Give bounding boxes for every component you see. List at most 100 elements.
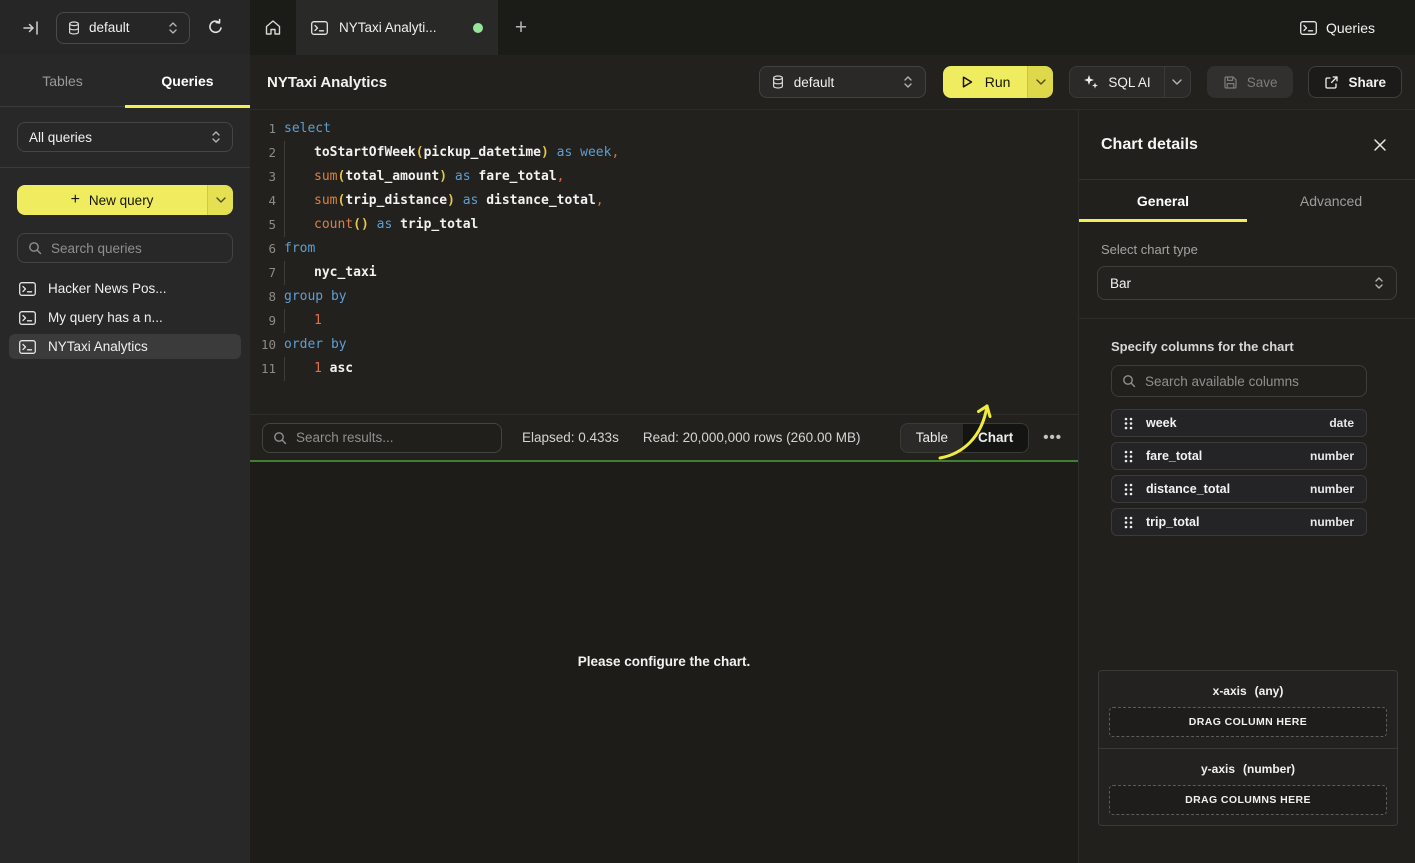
code-token (455, 193, 463, 208)
chevron-updown-icon (1374, 276, 1384, 290)
terminal-icon (19, 340, 36, 354)
database-icon (68, 21, 80, 35)
query-item-label: NYTaxi Analytics (48, 339, 148, 354)
code-token: nyc_taxi (314, 265, 377, 280)
new-query-label: New query (89, 193, 154, 208)
chart-type-select[interactable]: Bar (1097, 266, 1397, 300)
column-item[interactable]: trip_totalnumber (1111, 508, 1367, 536)
drag-handle-icon[interactable] (1124, 516, 1133, 529)
sidebar-tab-tables[interactable]: Tables (0, 55, 125, 106)
code-line: 4sum(trip_distance) as distance_total, (250, 189, 1078, 213)
queries-button[interactable]: Queries (1286, 0, 1389, 55)
sql-ai-button[interactable]: SQL AI (1069, 66, 1190, 98)
column-item[interactable]: fare_totalnumber (1111, 442, 1367, 470)
code-token: distance_total (486, 193, 596, 208)
chart-view: Please configure the chart. (250, 462, 1078, 863)
sql-editor[interactable]: 1select2toStartOfWeek(pickup_datetime) a… (250, 110, 1078, 414)
code-token: ) (439, 169, 447, 184)
run-button[interactable]: Run (943, 66, 1054, 98)
topbar-database-selector[interactable]: default (56, 12, 190, 44)
save-icon (1223, 75, 1238, 90)
indent-guide (284, 165, 314, 189)
new-tab-icon[interactable]: + (498, 0, 544, 55)
run-label: Run (985, 74, 1011, 90)
unsaved-status-dot (473, 23, 483, 33)
chart-details-panel: Chart details General Advanced Select ch… (1078, 110, 1415, 863)
code-token: select (284, 121, 331, 136)
new-query-dropdown[interactable] (207, 185, 233, 215)
query-item-label: Hacker News Pos... (48, 281, 167, 296)
x-axis-title: x-axis(any) (1109, 684, 1387, 698)
line-number: 8 (250, 285, 276, 309)
column-type: date (1329, 416, 1354, 430)
code-token: week (580, 145, 611, 160)
code-token: pickup_datetime (424, 145, 541, 160)
tab-nytaxi-analytics[interactable]: NYTaxi Analyti... (296, 0, 498, 55)
code-token: ) (541, 145, 549, 160)
sidebar-search-input[interactable] (51, 241, 222, 256)
code-text: 1 (276, 309, 322, 333)
query-list-item[interactable]: Hacker News Pos... (9, 276, 241, 301)
y-axis-drop-zone[interactable]: DRAG COLUMNS HERE (1109, 785, 1387, 815)
code-text: nyc_taxi (276, 261, 377, 285)
sidebar-tab-queries[interactable]: Queries (125, 55, 250, 106)
code-text: toStartOfWeek(pickup_datetime) as week, (276, 141, 619, 165)
save-button[interactable]: Save (1207, 66, 1294, 98)
home-icon[interactable] (250, 0, 296, 55)
share-button[interactable]: Share (1308, 66, 1402, 98)
query-list-item[interactable]: NYTaxi Analytics (9, 334, 241, 359)
code-line: 111 asc (250, 357, 1078, 381)
terminal-icon (19, 282, 36, 296)
query-list-item[interactable]: My query has a n... (9, 305, 241, 330)
column-type: number (1310, 515, 1354, 529)
columns-search-input[interactable] (1145, 374, 1356, 389)
columns-search[interactable] (1111, 365, 1367, 397)
share-icon (1324, 75, 1339, 90)
collapse-sidebar-icon[interactable] (22, 20, 40, 36)
drag-handle-icon[interactable] (1124, 483, 1133, 496)
header-database-value: default (794, 75, 835, 90)
close-icon[interactable] (1373, 138, 1387, 152)
tab-advanced[interactable]: Advanced (1247, 180, 1415, 222)
sql-ai-dropdown[interactable] (1164, 67, 1190, 97)
chart-panel-header: Chart details (1079, 110, 1415, 180)
code-line: 1select (250, 117, 1078, 141)
code-line: 10order by (250, 333, 1078, 357)
code-token: sum (314, 193, 337, 208)
sidebar-divider (0, 167, 250, 168)
column-item[interactable]: week date (1111, 409, 1367, 437)
x-axis-label: x-axis (1213, 684, 1247, 698)
query-filter-select[interactable]: All queries (17, 122, 233, 152)
code-token (369, 217, 377, 232)
drag-handle-icon[interactable] (1124, 450, 1133, 463)
run-button-main[interactable]: Run (943, 66, 1028, 98)
code-token: group by (284, 289, 347, 304)
code-token (392, 217, 400, 232)
results-search-input[interactable] (296, 430, 491, 445)
line-number: 6 (250, 237, 276, 261)
new-query-button[interactable]: + New query (17, 185, 233, 215)
sidebar-search[interactable] (17, 233, 233, 263)
save-label: Save (1247, 75, 1278, 90)
column-item[interactable]: distance_totalnumber (1111, 475, 1367, 503)
code-token: fare_total (478, 169, 556, 184)
code-token: as (377, 217, 393, 232)
new-query-main[interactable]: + New query (17, 185, 207, 215)
terminal-icon (19, 311, 36, 325)
sql-ai-main[interactable]: SQL AI (1070, 67, 1163, 97)
run-dropdown[interactable] (1027, 66, 1053, 98)
x-axis-drop-zone[interactable]: DRAG COLUMN HERE (1109, 707, 1387, 737)
drag-handle-icon[interactable] (1124, 417, 1133, 430)
column-name: week (1146, 416, 1177, 430)
y-axis-label: y-axis (1201, 762, 1235, 776)
more-options-icon[interactable]: ••• (1043, 429, 1062, 446)
rows-read: Read: 20,000,000 rows (260.00 MB) (643, 430, 861, 445)
indent-guide (284, 357, 314, 381)
results-search[interactable] (262, 423, 502, 453)
code-token: ( (416, 145, 424, 160)
refresh-icon[interactable] (206, 18, 225, 37)
chart-type-label: Select chart type (1101, 242, 1393, 257)
header-database-selector[interactable]: default (759, 66, 926, 98)
code-text: order by (276, 333, 347, 357)
tab-general[interactable]: General (1079, 180, 1247, 222)
